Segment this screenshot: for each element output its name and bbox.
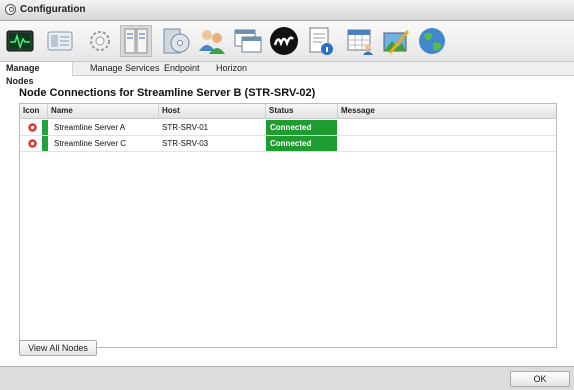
users-icon[interactable]: [196, 25, 228, 57]
table-header: Icon Name Host Status Message: [20, 104, 556, 119]
column-header-status[interactable]: Status: [266, 104, 338, 119]
page-title: Node Connections for Streamline Server B…: [19, 87, 316, 99]
row-status-badge: Connected: [266, 120, 337, 135]
row-status-badge: Connected: [266, 136, 337, 151]
monitor-icon[interactable]: [4, 25, 36, 57]
node-connections-table: Icon Name Host Status Message Streamline…: [19, 103, 557, 348]
tab-endpoint[interactable]: Endpoint: [158, 62, 206, 76]
calendar-user-icon[interactable]: [344, 25, 376, 57]
column-header-host[interactable]: Host: [159, 104, 266, 119]
window-titlebar: Configuration: [0, 0, 574, 21]
window-title: Configuration: [20, 4, 86, 15]
streamline-logo-icon[interactable]: [268, 25, 300, 57]
ok-button[interactable]: OK: [510, 371, 570, 387]
table-row[interactable]: Streamline Server A STR-SRV-01 Connected: [20, 120, 556, 136]
column-header-icon[interactable]: Icon: [20, 104, 48, 119]
node-status-icon: [28, 123, 37, 132]
table-row[interactable]: Streamline Server C STR-SRV-03 Connected: [20, 136, 556, 152]
row-name: Streamline Server A: [54, 123, 126, 132]
column-header-name[interactable]: Name: [48, 104, 159, 119]
document-info-icon[interactable]: [304, 25, 336, 57]
tab-horizon[interactable]: Horizon: [210, 62, 253, 76]
row-host: STR-SRV-03: [162, 139, 209, 148]
globe-icon[interactable]: [416, 25, 448, 57]
disk-package-icon[interactable]: [160, 25, 192, 57]
node-indicator-bar: [42, 136, 48, 151]
column-header-message[interactable]: Message: [338, 104, 556, 119]
row-host: STR-SRV-01: [162, 123, 209, 132]
nodes-panel-icon[interactable]: [120, 25, 152, 57]
windows-icon[interactable]: [232, 25, 264, 57]
server-card-icon[interactable]: [44, 25, 76, 57]
toolbar: [0, 21, 574, 62]
view-all-nodes-button[interactable]: View All Nodes: [19, 340, 97, 356]
tab-bar: Manage Nodes Manage Services Endpoint Ho…: [0, 62, 574, 86]
node-status-icon: [28, 139, 37, 148]
tab-manage-nodes[interactable]: Manage Nodes: [0, 62, 73, 86]
edit-image-icon[interactable]: [380, 25, 412, 57]
gear-icon[interactable]: [84, 25, 116, 57]
node-indicator-bar: [42, 120, 48, 135]
row-message: [338, 136, 556, 151]
footer-bar: OK: [0, 366, 574, 390]
configuration-icon: [5, 4, 16, 15]
row-name: Streamline Server C: [54, 139, 127, 148]
row-message: [338, 120, 556, 135]
tab-manage-services[interactable]: Manage Services: [84, 62, 166, 76]
